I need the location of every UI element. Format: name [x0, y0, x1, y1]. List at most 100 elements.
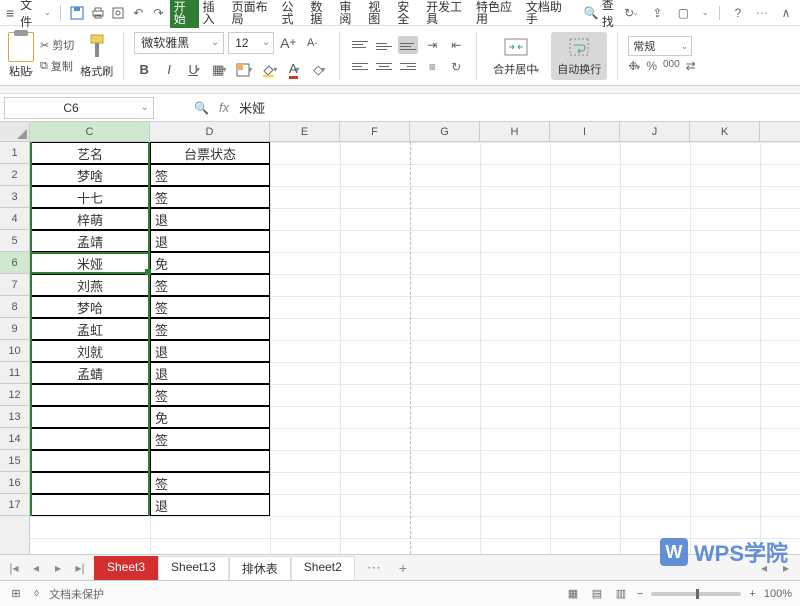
cell-C16[interactable]: [30, 472, 150, 494]
row-header-6[interactable]: 6: [0, 252, 29, 274]
cell-C7[interactable]: 刘燕: [30, 274, 150, 296]
cell-C9[interactable]: 孟虹: [30, 318, 150, 340]
view-custom-icon[interactable]: ▥: [613, 586, 629, 602]
zoom-slider[interactable]: [651, 592, 741, 596]
row-header-8[interactable]: 8: [0, 296, 29, 318]
zoom-in-button[interactable]: +: [749, 588, 755, 600]
cell-C1[interactable]: 艺名: [30, 142, 150, 164]
col-header-H[interactable]: H: [480, 122, 550, 141]
tab-formula[interactable]: 公式: [277, 0, 306, 28]
redo-icon[interactable]: ↷: [151, 5, 165, 21]
cell-D10[interactable]: 退: [150, 340, 270, 362]
cell-C17[interactable]: [30, 494, 150, 516]
select-all-corner[interactable]: [0, 122, 30, 141]
percent-button[interactable]: %: [646, 59, 657, 75]
col-header-F[interactable]: F: [340, 122, 410, 141]
cell-D13[interactable]: 免: [150, 406, 270, 428]
cell-C12[interactable]: [30, 384, 150, 406]
cell-D6[interactable]: 免: [150, 252, 270, 274]
row-header-1[interactable]: 1: [0, 142, 29, 164]
sheet-last-icon[interactable]: ▸|: [72, 561, 88, 575]
sheet-next-icon[interactable]: ▸: [50, 561, 66, 575]
cell-D3[interactable]: 签: [150, 186, 270, 208]
cell-C4[interactable]: 梓萌: [30, 208, 150, 230]
cell-D8[interactable]: 签: [150, 296, 270, 318]
align-left-button[interactable]: [350, 58, 370, 76]
font-size-select[interactable]: 12: [228, 32, 274, 54]
row-header-13[interactable]: 13: [0, 406, 29, 428]
cell-C3[interactable]: 十七: [30, 186, 150, 208]
col-header-K[interactable]: K: [690, 122, 760, 141]
row-header-17[interactable]: 17: [0, 494, 29, 516]
decrease-font-button[interactable]: A-: [302, 33, 322, 53]
cut-button[interactable]: ✂剪切: [40, 36, 74, 54]
cell-D14[interactable]: 签: [150, 428, 270, 450]
help-icon[interactable]: ?: [730, 5, 746, 21]
copy-button[interactable]: ⧉复制: [40, 57, 74, 75]
row-header-9[interactable]: 9: [0, 318, 29, 340]
row-header-10[interactable]: 10: [0, 340, 29, 362]
col-header-J[interactable]: J: [620, 122, 690, 141]
zoom-out-button[interactable]: −: [637, 588, 643, 600]
sheet-tab-0[interactable]: Sheet3: [94, 556, 158, 580]
cell-D9[interactable]: 签: [150, 318, 270, 340]
cell-C10[interactable]: 刘就: [30, 340, 150, 362]
decimal-buttons[interactable]: ⇄: [686, 59, 696, 75]
tab-special[interactable]: 特色应用: [472, 0, 522, 28]
tab-layout[interactable]: 页面布局: [228, 0, 278, 28]
search-button[interactable]: 🔍查找: [584, 0, 622, 30]
sheet-first-icon[interactable]: |◂: [6, 561, 22, 575]
undo-icon[interactable]: ↶: [131, 5, 145, 21]
share-icon[interactable]: ⇪: [649, 5, 665, 21]
tab-data[interactable]: 数据: [306, 0, 335, 28]
col-header-E[interactable]: E: [270, 122, 340, 141]
align-bottom-button[interactable]: [398, 36, 418, 54]
export-icon[interactable]: ▢: [675, 5, 691, 21]
clear-format-button[interactable]: ◇▾: [309, 60, 329, 80]
justify-button[interactable]: ≡: [422, 58, 442, 76]
cell-C6[interactable]: 米娅: [30, 252, 150, 274]
row-header-14[interactable]: 14: [0, 428, 29, 450]
row-header-12[interactable]: 12: [0, 384, 29, 406]
cells-area[interactable]: 艺名梦啥十七梓萌孟靖米娅刘燕梦哈孟虹刘就孟蜻台票状态签签退退免签签签退退签免签签…: [30, 142, 800, 554]
row-header-3[interactable]: 3: [0, 186, 29, 208]
tab-security[interactable]: 安全: [393, 0, 422, 28]
sheet-more-icon[interactable]: ⋯: [361, 559, 387, 576]
italic-button[interactable]: I: [159, 60, 179, 80]
format-painter-button[interactable]: [86, 32, 108, 62]
name-box[interactable]: C6: [4, 97, 154, 119]
bold-button[interactable]: B: [134, 60, 154, 80]
fill-color-button[interactable]: ▾: [259, 60, 279, 80]
sheet-tab-3[interactable]: Sheet2: [291, 556, 355, 580]
col-header-C[interactable]: C: [30, 122, 150, 141]
align-top-button[interactable]: [350, 36, 370, 54]
sync-icon[interactable]: ↻⌄: [623, 5, 639, 21]
cell-C11[interactable]: 孟蜻: [30, 362, 150, 384]
scroll-right-icon[interactable]: ▸: [778, 561, 794, 575]
row-header-11[interactable]: 11: [0, 362, 29, 384]
tab-home[interactable]: 开始: [170, 0, 199, 28]
col-header-I[interactable]: I: [550, 122, 620, 141]
row-header-5[interactable]: 5: [0, 230, 29, 252]
formula-input[interactable]: 米娅: [239, 98, 265, 117]
sheet-tab-2[interactable]: 排休表: [229, 556, 291, 580]
cell-D1[interactable]: 台票状态: [150, 142, 270, 164]
view-normal-icon[interactable]: ▦: [565, 586, 581, 602]
font-color-button[interactable]: A▾: [284, 60, 304, 80]
tab-insert[interactable]: 插入: [199, 0, 228, 28]
view-settings-icon[interactable]: ⊞: [8, 586, 24, 602]
wrap-text-button[interactable]: 自动换行: [551, 32, 607, 80]
print-icon[interactable]: [90, 5, 104, 21]
align-center-button[interactable]: [374, 58, 394, 76]
tab-view[interactable]: 视图: [364, 0, 393, 28]
row-header-2[interactable]: 2: [0, 164, 29, 186]
tab-helper[interactable]: 文档助手: [522, 0, 572, 28]
cell-D7[interactable]: 签: [150, 274, 270, 296]
currency-button[interactable]: ❉▾: [628, 59, 640, 75]
cell-C13[interactable]: [30, 406, 150, 428]
align-right-button[interactable]: [398, 58, 418, 76]
paste-button[interactable]: 粘贴▾: [8, 32, 34, 79]
comma-button[interactable]: 000: [663, 59, 680, 75]
cell-D12[interactable]: 签: [150, 384, 270, 406]
save-icon[interactable]: [70, 5, 84, 21]
